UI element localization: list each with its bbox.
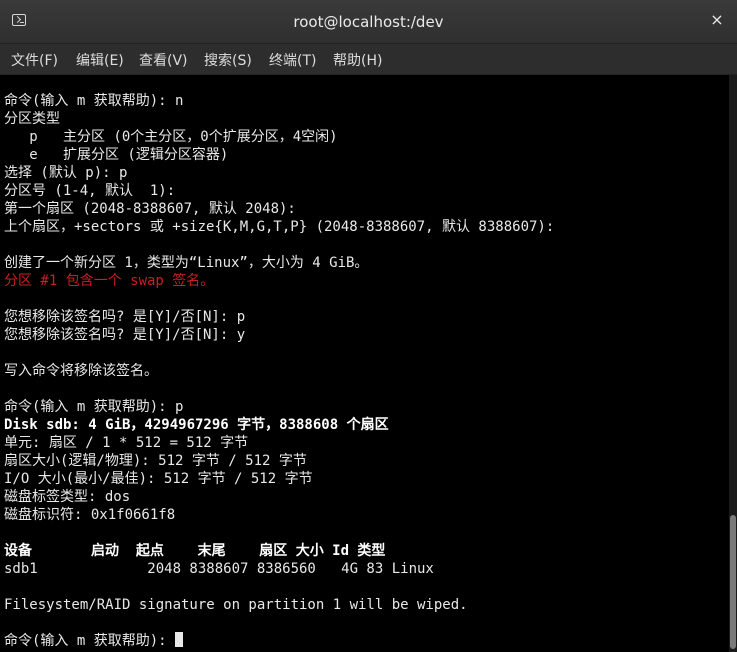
terminal-line: 分区类型	[4, 111, 60, 127]
partition-table-header: 设备 启动 起点 末尾 扇区 大小 Id 类型	[4, 543, 386, 559]
menu-bar: 文件(F) 编辑(E) 查看(V) 搜索(S) 终端(T) 帮助(H)	[0, 44, 737, 75]
disk-info-line: Disk sdb: 4 GiB，4294967296 字节，8388608 个扇…	[4, 417, 389, 433]
terminal-line: 选择 (默认 p): p	[4, 165, 128, 181]
terminal-line: 第一个扇区 (2048-8388607, 默认 2048):	[4, 201, 296, 217]
menu-search[interactable]: 搜索(S)	[204, 50, 252, 70]
window-title: root@localhost:/dev	[293, 13, 444, 31]
terminal-line: 磁盘标识符: 0x1f0661f8	[4, 507, 176, 523]
terminal-line: 写入命令将移除该签名。	[4, 363, 158, 379]
terminal-line: 上个扇区，+sectors 或 +size{K,M,G,T,P} (2048-8…	[4, 219, 555, 235]
prompt-line[interactable]: 命令(输入 m 获取帮助):	[4, 632, 184, 650]
menu-view[interactable]: 查看(V)	[139, 50, 188, 70]
swap-warning-line: 分区 #1 包含一个 swap 签名。	[4, 273, 215, 289]
scrollbar[interactable]	[729, 75, 737, 652]
scrollbar-thumb[interactable]	[730, 515, 736, 649]
terminal-line: 分区号 (1-4, 默认 1):	[4, 183, 176, 199]
text-cursor	[175, 632, 184, 647]
terminal-window: root@localhost:/dev × 文件(F) 编辑(E) 查看(V) …	[0, 0, 737, 652]
close-button[interactable]: ×	[709, 10, 725, 30]
terminal-line: 命令(输入 m 获取帮助): n	[4, 93, 184, 109]
terminal-line: e 扩展分区 (逻辑分区容器)	[4, 147, 229, 163]
terminal-line: p 主分区 (0个主分区，0个扩展分区，4空闲)	[4, 129, 338, 145]
partition-table-row: sdb1 2048 8388607 8386560 4G 83 Linux	[4, 561, 434, 577]
terminal-line: 您想移除该签名吗? 是[Y]/否[N]: y	[4, 327, 246, 343]
menu-file[interactable]: 文件(F)	[11, 50, 58, 70]
menu-edit[interactable]: 编辑(E)	[76, 50, 124, 70]
terminal-line: 扇区大小(逻辑/物理): 512 字节 / 512 字节	[4, 453, 307, 469]
prompt-text: 命令(输入 m 获取帮助):	[4, 633, 176, 649]
terminal-line: Filesystem/RAID signature on partition 1…	[4, 597, 468, 613]
terminal-line: 您想移除该签名吗? 是[Y]/否[N]: p	[4, 309, 246, 325]
terminal-line: I/O 大小(最小/最佳): 512 字节 / 512 字节	[4, 471, 313, 487]
title-bar[interactable]: root@localhost:/dev ×	[0, 0, 737, 44]
terminal-output[interactable]: 命令(输入 m 获取帮助): n 分区类型 p 主分区 (0个主分区，0个扩展分…	[0, 75, 729, 652]
terminal-line: 磁盘标签类型: dos	[4, 489, 131, 505]
terminal-line: 创建了一个新分区 1，类型为“Linux”，大小为 4 GiB。	[4, 255, 369, 271]
menu-help[interactable]: 帮助(H)	[333, 50, 382, 70]
terminal-line: 命令(输入 m 获取帮助): p	[4, 399, 184, 415]
menu-terminal[interactable]: 终端(T)	[269, 50, 316, 70]
terminal-line: 单元: 扇区 / 1 * 512 = 512 字节	[4, 435, 249, 451]
